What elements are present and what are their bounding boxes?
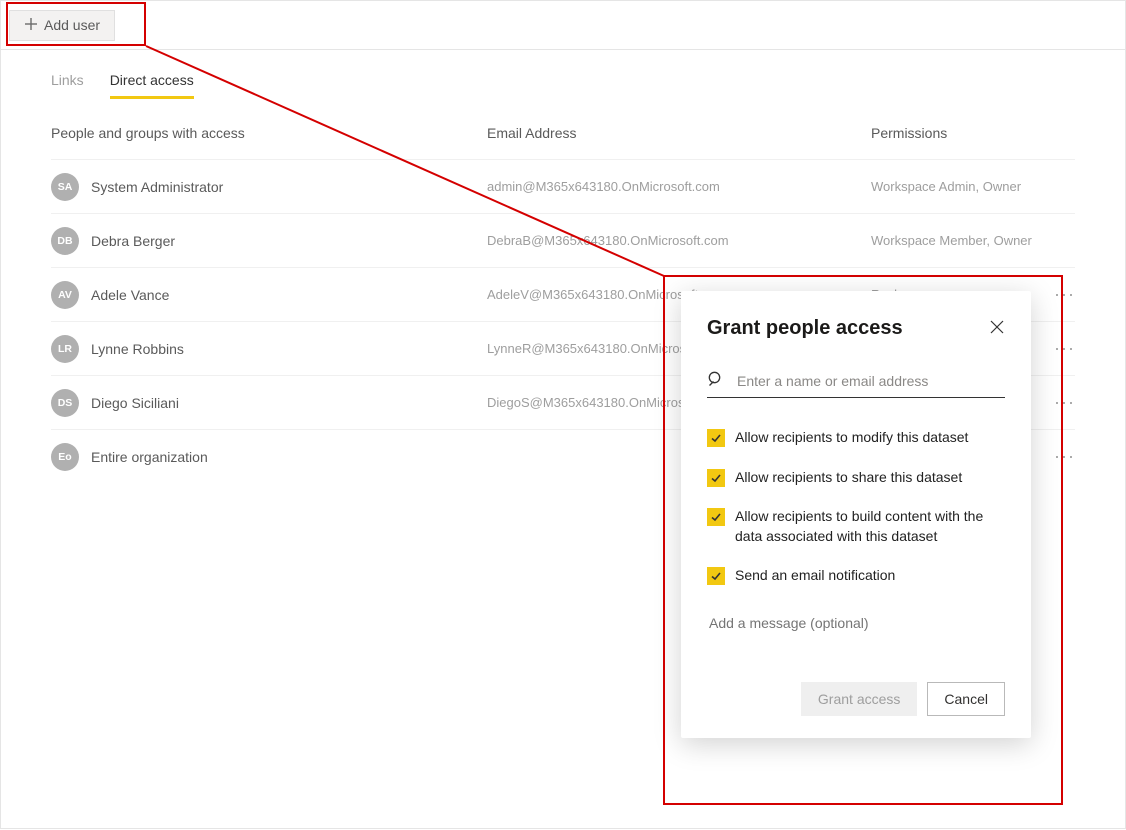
add-user-button[interactable]: Add user <box>9 10 115 41</box>
search-icon <box>707 370 725 391</box>
person-name: Diego Siciliani <box>91 395 179 411</box>
avatar: LR <box>51 335 79 363</box>
checkbox[interactable] <box>707 508 725 526</box>
person-email: admin@M365x643180.OnMicrosoft.com <box>487 179 871 194</box>
tab-links[interactable]: Links <box>51 72 84 99</box>
table-row: DB Debra Berger DebraB@M365x643180.OnMic… <box>51 213 1075 267</box>
avatar: Eo <box>51 443 79 471</box>
tabs: Links Direct access <box>1 50 1125 99</box>
plus-icon <box>24 17 38 34</box>
option-label: Allow recipients to share this dataset <box>735 468 962 488</box>
table-row: SA System Administrator admin@M365x64318… <box>51 159 1075 213</box>
checkbox[interactable] <box>707 429 725 447</box>
tab-direct-access[interactable]: Direct access <box>110 72 194 99</box>
people-search[interactable] <box>707 370 1005 398</box>
checkbox[interactable] <box>707 567 725 585</box>
col-header-people: People and groups with access <box>51 125 487 141</box>
checkbox[interactable] <box>707 469 725 487</box>
grant-access-button[interactable]: Grant access <box>801 682 917 716</box>
more-icon[interactable]: ··· <box>1039 338 1075 359</box>
option-label: Allow recipients to modify this dataset <box>735 428 968 448</box>
option-notify: Send an email notification <box>707 566 1005 586</box>
dialog-title: Grant people access <box>707 317 903 340</box>
table-header: People and groups with access Email Addr… <box>51 125 1075 159</box>
more-icon[interactable]: ··· <box>1039 284 1075 305</box>
person-name: Lynne Robbins <box>91 341 184 357</box>
toolbar: Add user <box>1 1 1125 50</box>
col-header-permissions: Permissions <box>871 125 1039 141</box>
avatar: DB <box>51 227 79 255</box>
avatar: SA <box>51 173 79 201</box>
option-label: Allow recipients to build content with t… <box>735 507 1005 546</box>
col-header-action <box>1039 125 1075 141</box>
more-icon[interactable]: ··· <box>1039 392 1075 413</box>
option-modify: Allow recipients to modify this dataset <box>707 428 1005 448</box>
close-icon[interactable] <box>989 319 1005 338</box>
person-name: Adele Vance <box>91 287 169 303</box>
person-permission: Workspace Admin, Owner <box>871 179 1039 194</box>
person-name: Debra Berger <box>91 233 175 249</box>
cancel-button[interactable]: Cancel <box>927 682 1005 716</box>
col-header-email: Email Address <box>487 125 871 141</box>
people-search-input[interactable] <box>735 372 1005 390</box>
person-name: System Administrator <box>91 179 223 195</box>
person-name: Entire organization <box>91 449 208 465</box>
message-input[interactable] <box>707 614 1005 632</box>
add-user-label: Add user <box>44 17 100 33</box>
avatar: DS <box>51 389 79 417</box>
option-build: Allow recipients to build content with t… <box>707 507 1005 546</box>
option-share: Allow recipients to share this dataset <box>707 468 1005 488</box>
more-icon[interactable]: ··· <box>1039 446 1075 467</box>
avatar: AV <box>51 281 79 309</box>
person-email: DebraB@M365x643180.OnMicrosoft.com <box>487 233 871 248</box>
grant-access-dialog: Grant people access Allow recipients to … <box>681 291 1031 738</box>
option-label: Send an email notification <box>735 566 895 586</box>
person-permission: Workspace Member, Owner <box>871 233 1039 248</box>
